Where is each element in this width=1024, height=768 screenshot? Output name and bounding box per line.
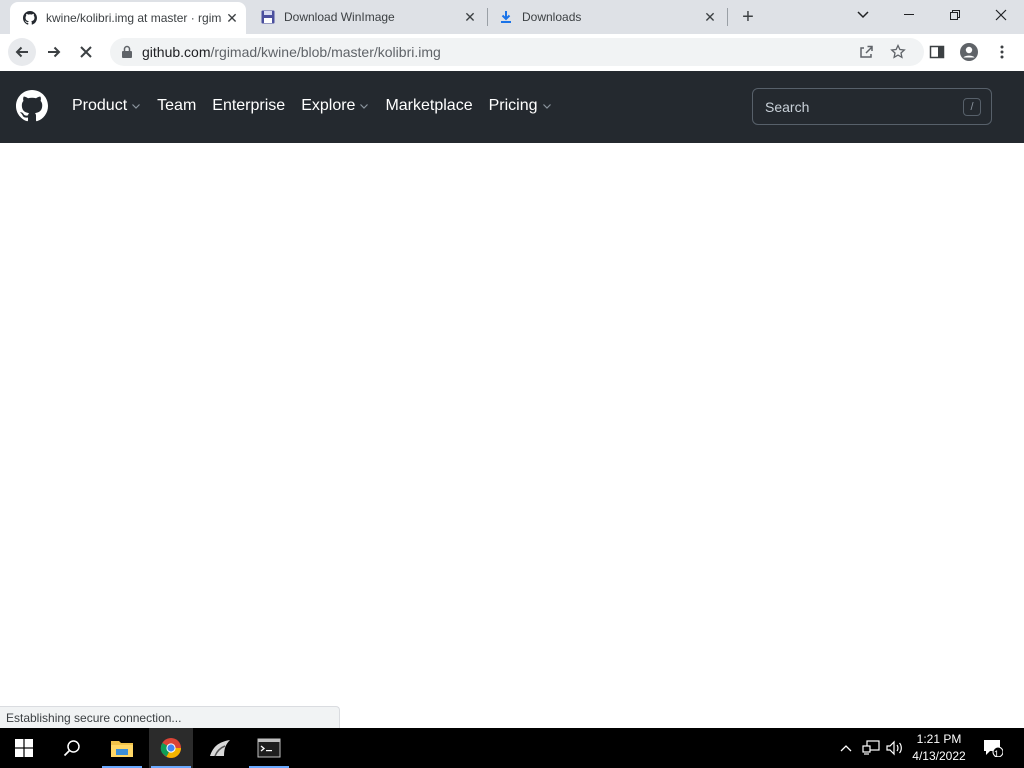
back-button[interactable] <box>8 38 36 66</box>
show-hidden-icons-icon[interactable] <box>836 728 856 768</box>
chevron-down-icon <box>542 104 551 109</box>
browser-tab-strip: kwine/kolibri.img at master · rgimad/kwi… <box>0 0 1024 34</box>
search-icon <box>63 740 80 757</box>
address-bar[interactable]: github.com/rgimad/kwine/blob/master/koli… <box>110 38 924 66</box>
clock-date: 4/13/2022 <box>912 749 966 763</box>
app-icon <box>210 740 230 757</box>
start-button[interactable] <box>2 728 46 768</box>
minimize-button[interactable] <box>886 0 932 30</box>
github-header: Product Team Enterprise Explore Marketpl… <box>0 71 1024 143</box>
browser-status-bar: Establishing secure connection... <box>0 706 340 728</box>
taskbar-app[interactable] <box>198 728 242 768</box>
tab-download-winimage[interactable]: Download WinImage ✕ <box>250 0 486 34</box>
search-shortcut-badge: / <box>963 98 981 116</box>
close-icon[interactable]: ✕ <box>460 7 480 27</box>
nav-team[interactable]: Team <box>157 97 196 115</box>
tab-title: Download WinImage <box>284 10 395 24</box>
github-logo-icon[interactable] <box>16 90 48 122</box>
close-window-button[interactable] <box>978 0 1024 30</box>
network-icon[interactable] <box>860 728 882 768</box>
share-icon[interactable] <box>858 44 874 60</box>
profile-avatar-icon[interactable] <box>959 42 979 62</box>
url-text: github.com/rgimad/kwine/blob/master/koli… <box>142 44 441 60</box>
close-icon[interactable]: ✕ <box>222 8 242 28</box>
search-placeholder: Search <box>765 99 810 115</box>
kebab-menu-icon[interactable] <box>992 42 1012 62</box>
tab-title: Downloads <box>522 10 582 24</box>
nav-product[interactable]: Product <box>72 97 141 115</box>
windows-taskbar: 1:21 PM 4/13/2022 1 <box>0 728 1024 768</box>
github-main-nav: Product Team Enterprise Explore Marketpl… <box>72 97 568 115</box>
nav-marketplace[interactable]: Marketplace <box>385 97 472 115</box>
side-panel-icon[interactable] <box>927 42 947 62</box>
page-content-area <box>0 143 1024 728</box>
taskbar-search-button[interactable] <box>50 728 94 768</box>
github-icon <box>22 10 38 26</box>
restore-button[interactable] <box>932 0 978 30</box>
chevron-down-icon <box>132 104 141 109</box>
terminal-icon <box>257 738 281 758</box>
download-arrow-icon <box>498 9 514 25</box>
stop-loading-button[interactable] <box>72 38 100 66</box>
notification-count: 1 <box>994 749 1000 759</box>
nav-enterprise[interactable]: Enterprise <box>212 97 285 115</box>
tab-divider <box>727 8 728 26</box>
floppy-disk-icon <box>260 9 276 25</box>
taskbar-clock[interactable]: 1:21 PM 4/13/2022 <box>906 731 972 765</box>
bookmark-star-icon[interactable] <box>890 44 906 60</box>
nav-explore[interactable]: Explore <box>301 97 369 115</box>
chevron-down-icon <box>360 104 369 109</box>
close-icon <box>80 46 92 58</box>
arrow-left-icon <box>15 46 28 58</box>
nav-pricing[interactable]: Pricing <box>489 97 552 115</box>
taskbar-file-explorer[interactable] <box>100 728 144 768</box>
taskbar-chrome[interactable] <box>149 728 193 768</box>
tab-downloads[interactable]: Downloads ✕ <box>490 0 726 34</box>
arrow-right-icon <box>48 46 61 58</box>
volume-icon[interactable] <box>884 728 906 768</box>
chrome-icon <box>160 738 181 758</box>
browser-toolbar: github.com/rgimad/kwine/blob/master/koli… <box>0 34 1024 71</box>
tab-divider <box>487 8 488 26</box>
tab-search-icon[interactable] <box>840 0 886 30</box>
taskbar-terminal[interactable] <box>247 728 291 768</box>
windows-logo-icon <box>15 739 33 757</box>
tab-title: kwine/kolibri.img at master · rgimad/kwi… <box>46 11 222 25</box>
file-explorer-icon <box>111 741 133 757</box>
forward-button[interactable] <box>40 38 68 66</box>
lock-icon <box>122 45 132 58</box>
new-tab-button[interactable]: + <box>736 5 760 29</box>
clock-time: 1:21 PM <box>916 732 962 746</box>
tab-github-kolibri[interactable]: kwine/kolibri.img at master · rgimad/kwi… <box>10 2 246 34</box>
github-search-input[interactable]: Search / <box>752 88 992 125</box>
close-icon[interactable]: ✕ <box>700 7 720 27</box>
action-center-icon[interactable]: 1 <box>980 728 1006 768</box>
